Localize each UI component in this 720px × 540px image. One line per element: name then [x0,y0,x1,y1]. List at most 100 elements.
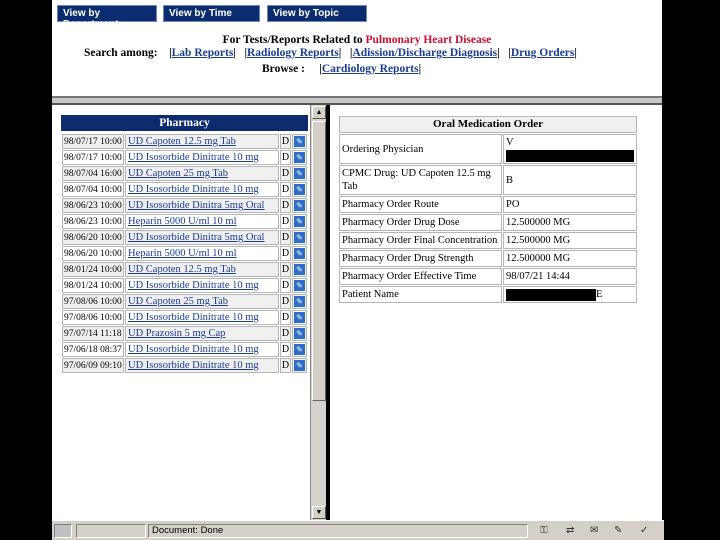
field-value-cell: 12.500000 MG [503,250,637,267]
adission-discharge-diagnosis-link[interactable]: Adission/Discharge Diagnosis [352,47,497,59]
edit-note-icon[interactable]: ✎ [294,184,305,195]
top-frame: View by Department View by Time View by … [52,0,662,96]
status-progress [76,524,146,538]
drug-cell: UD Isosorbide Dinitrate 10 mg [125,278,279,293]
drug-link[interactable]: Heparin 5000 U/ml 10 ml [128,248,237,259]
radiology-reports-link[interactable]: Radiology Reports [247,47,339,59]
network-icon[interactable]: ⇄ [566,525,574,537]
pharmacy-title: Pharmacy [61,115,308,131]
mail-icon[interactable]: ✉ [590,525,598,537]
edit-note-icon[interactable]: ✎ [294,360,305,371]
page-heading: For Tests/Reports Related to Pulmonary H… [52,34,662,46]
field-value: B [506,174,514,186]
field-value: V [506,137,514,148]
edit-cell: ✎ [292,230,307,245]
drug-cell: UD Capoten 25 mg Tab [125,166,279,181]
order-date: 97/08/06 10:00 [62,310,124,325]
drug-flag: D [280,326,291,341]
drug-link[interactable]: Heparin 5000 U/ml 10 ml [128,216,237,227]
edit-cell: ✎ [292,342,307,357]
drug-cell: UD Isosorbide Dinitra 5mg Oral [125,198,279,213]
drug-link[interactable]: UD Isosorbide Dinitra 5mg Oral [128,232,264,243]
field-value-cell: PO [503,196,637,213]
field-value-cell: E [503,286,637,303]
table-row: 98/06/23 10:00 UD Isosorbide Dinitra 5mg … [62,198,307,213]
drug-flag: D [280,230,291,245]
field-label: Pharmacy Order Effective Time [339,268,502,285]
field-value: 12.500000 MG [506,235,571,246]
scroll-down-arrow-icon[interactable]: ▼ [312,506,326,519]
edit-note-icon[interactable]: ✎ [294,136,305,147]
edit-note-icon[interactable]: ✎ [294,248,305,259]
table-row: 97/06/09 09:10 UD Isosorbide Dinitrate 10… [62,358,307,373]
edit-cell: ✎ [292,150,307,165]
table-row: 98/01/24 10:00 UD Isosorbide Dinitrate 10… [62,278,307,293]
field-value: E [596,289,603,300]
edit-note-icon[interactable]: ✎ [294,296,305,307]
edit-note-icon[interactable]: ✎ [294,152,305,163]
scroll-thumb[interactable] [312,121,326,401]
order-field-row: Ordering Physician V [339,134,637,164]
drug-link[interactable]: UD Isosorbide Dinitrate 10 mg [128,152,259,163]
edit-note-icon[interactable]: ✎ [294,344,305,355]
field-label: Pharmacy Order Drug Dose [339,214,502,231]
edit-note-icon[interactable]: ✎ [294,328,305,339]
field-label: Pharmacy Order Route [339,196,502,213]
table-row: 98/06/20 10:00 UD Isosorbide Dinitra 5mg … [62,230,307,245]
pharmacy-scrollbar[interactable]: ▲ ▼ [310,105,326,520]
view-by-department-button[interactable]: View by Department [57,5,157,30]
check-icon[interactable]: ✓ [640,525,648,537]
drug-link[interactable]: UD Capoten 25 mg Tab [128,168,228,179]
drug-cell: UD Isosorbide Dinitrate 10 mg [125,182,279,197]
view-by-topic-button[interactable]: View by Topic [267,5,367,22]
browse-row: Browse : |Cardiology Reports| [262,63,422,75]
edit-note-icon[interactable]: ✎ [294,264,305,275]
edit-cell: ✎ [292,182,307,197]
drug-orders-link[interactable]: Drug Orders [511,47,575,59]
drug-link[interactable]: UD Prazosin 5 mg Cap [128,328,225,339]
order-date: 97/08/06 10:00 [62,294,124,309]
drug-link[interactable]: UD Capoten 12.5 mg Tab [128,136,236,147]
edit-note-icon[interactable]: ✎ [294,200,305,211]
edit-note-icon[interactable]: ✎ [294,312,305,323]
field-value-cell: V [503,134,637,164]
frame-divider[interactable] [52,96,662,105]
drug-link[interactable]: UD Capoten 25 mg Tab [128,296,228,307]
edit-cell: ✎ [292,246,307,261]
table-row: 97/08/06 10:00 UD Isosorbide Dinitrate 10… [62,310,307,325]
drug-link[interactable]: UD Isosorbide Dinitrate 10 mg [128,184,259,195]
lab-reports-link[interactable]: Lab Reports [172,47,234,59]
drug-link[interactable]: UD Isosorbide Dinitra 5mg Oral [128,200,264,211]
security-icon[interactable]: ⚿ [540,525,548,537]
drug-cell: UD Isosorbide Dinitrate 10 mg [125,150,279,165]
edit-cell: ✎ [292,214,307,229]
order-date: 97/06/18 08:37 [62,342,124,357]
view-by-time-button[interactable]: View by Time [163,5,260,22]
edit-note-icon[interactable]: ✎ [294,216,305,227]
drug-link[interactable]: UD Isosorbide Dinitrate 10 mg [128,312,259,323]
edit-note-icon[interactable]: ✎ [294,168,305,179]
drug-cell: UD Isosorbide Dinitrate 10 mg [125,358,279,373]
drug-flag: D [280,278,291,293]
search-among-row: Search among: |Lab Reports| |Radiology R… [84,47,577,59]
drug-link[interactable]: UD Isosorbide Dinitrate 10 mg [128,360,259,371]
order-date: 98/07/17 10:00 [62,134,124,149]
table-row: 98/07/17 10:00 UD Isosorbide Dinitrate 10… [62,150,307,165]
browse-label: Browse [262,63,299,75]
drug-link[interactable]: UD Capoten 12.5 mg Tab [128,264,236,275]
edit-note-icon[interactable]: ✎ [294,280,305,291]
order-date: 98/06/20 10:00 [62,230,124,245]
status-page-icon [54,524,72,538]
drug-link[interactable]: UD Isosorbide Dinitrate 10 mg [128,280,259,291]
composer-icon[interactable]: ✎ [614,525,622,537]
field-value-cell: 98/07/21 14:44 [503,268,637,285]
order-detail-frame: Oral Medication Order Ordering Physician… [330,105,662,520]
field-value: 12.500000 MG [506,217,571,228]
drug-link[interactable]: UD Isosorbide Dinitrate 10 mg [128,344,259,355]
scroll-up-arrow-icon[interactable]: ▲ [312,106,326,119]
cardiology-reports-link[interactable]: Cardiology Reports [322,63,419,75]
pharmacy-table: 98/07/17 10:00 UD Capoten 12.5 mg Tab D ✎ 98… [61,133,308,374]
edit-note-icon[interactable]: ✎ [294,232,305,243]
table-row: 97/06/18 08:37 UD Isosorbide Dinitrate 10… [62,342,307,357]
drug-flag: D [280,342,291,357]
